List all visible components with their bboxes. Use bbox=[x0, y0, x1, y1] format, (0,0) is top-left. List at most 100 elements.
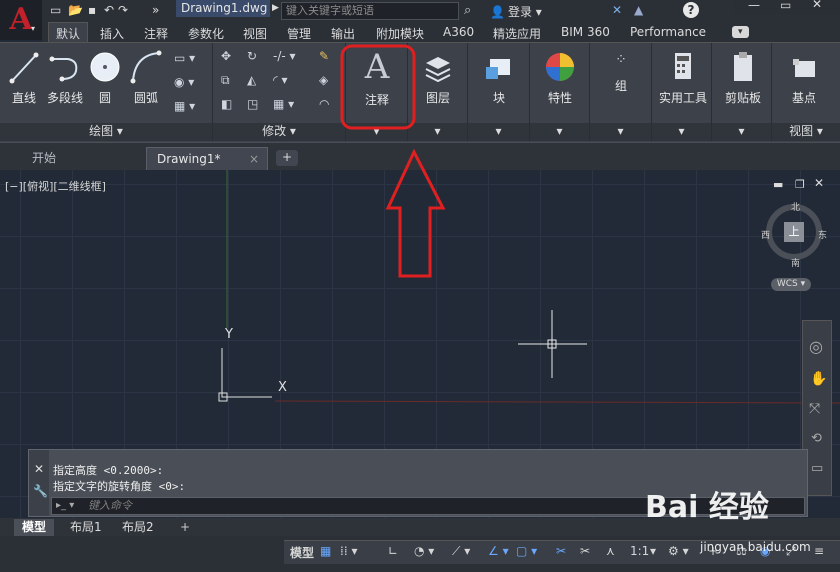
properties-tool-button[interactable]: 特性 bbox=[536, 49, 584, 106]
utilities-panel-footer[interactable]: ▾ bbox=[652, 123, 711, 141]
scale-dropdown-icon[interactable]: ▾ bbox=[650, 544, 656, 558]
snap-icon[interactable]: ⁞⁞ ▾ bbox=[340, 544, 357, 558]
compass-south[interactable]: 南 bbox=[791, 256, 800, 269]
file-tab-start[interactable]: 开始 bbox=[22, 147, 142, 171]
polar-icon[interactable]: ◔ ▾ bbox=[414, 544, 434, 558]
tab-output[interactable]: 输出 bbox=[331, 25, 355, 42]
group-tool-button[interactable]: ⁘ 组 bbox=[596, 49, 646, 94]
viewport-minimize-icon[interactable]: ▬ bbox=[773, 178, 783, 191]
arc-tool-button[interactable]: 圆弧 bbox=[128, 49, 164, 106]
fillet-icon[interactable]: ◜ ▾ bbox=[273, 73, 287, 87]
command-window-grip[interactable]: ✕ 🔧 bbox=[29, 450, 49, 516]
line-tool-button[interactable]: 直线 bbox=[6, 49, 42, 106]
osnap-tracking-icon[interactable]: ∠ ▾ bbox=[488, 544, 509, 558]
command-close-icon[interactable]: ✕ bbox=[34, 462, 44, 476]
clipboard-tool-button[interactable]: 剪贴板 bbox=[716, 49, 770, 106]
close-window-icon[interactable]: ✕ bbox=[812, 0, 822, 11]
layer-panel-footer[interactable]: ▾ bbox=[408, 123, 467, 141]
explode-icon[interactable]: ◈ bbox=[319, 73, 328, 87]
layout-tab-model[interactable]: 模型 bbox=[14, 519, 55, 536]
tab-annotate[interactable]: 注释 bbox=[144, 25, 168, 42]
annotation-panel-footer[interactable]: ▾ bbox=[346, 123, 407, 141]
scale-icon[interactable]: ◳ bbox=[247, 97, 258, 111]
new-tab-button[interactable]: + bbox=[276, 150, 298, 166]
tab-performance[interactable]: Performance bbox=[630, 25, 706, 39]
block-tool-button[interactable]: 块 bbox=[474, 49, 524, 106]
view-panel-footer[interactable]: 视图 ▾ bbox=[772, 123, 840, 141]
layer-tool-button[interactable]: 图层 bbox=[414, 49, 462, 106]
tab-parametric[interactable]: 参数化 bbox=[188, 25, 224, 42]
wcs-menu-button[interactable]: WCS ▾ bbox=[771, 278, 811, 291]
login-button[interactable]: 👤 登录 ▾ bbox=[490, 3, 542, 20]
array-icon[interactable]: ▦ ▾ bbox=[273, 97, 294, 111]
grid-icon[interactable]: ▦ bbox=[320, 544, 331, 558]
steering-wheel-icon[interactable]: ◎ bbox=[809, 337, 823, 356]
auto-scale-icon[interactable]: ✂ bbox=[580, 544, 590, 558]
ribbon-minimize-button[interactable]: ▾ bbox=[732, 26, 749, 38]
showmotion-icon[interactable]: ▭ bbox=[811, 461, 823, 476]
properties-panel-footer[interactable]: ▾ bbox=[530, 123, 589, 141]
undo-icon[interactable]: ↶ bbox=[104, 3, 114, 17]
rotate-icon[interactable]: ↻ bbox=[247, 49, 257, 63]
tab-view[interactable]: 视图 bbox=[243, 25, 267, 42]
compass-west[interactable]: 西 bbox=[761, 228, 770, 241]
tab-insert[interactable]: 插入 bbox=[100, 25, 124, 42]
zoom-extents-icon[interactable]: ⤧ bbox=[809, 401, 820, 417]
tab-manage[interactable]: 管理 bbox=[287, 25, 311, 42]
workspace-icon[interactable]: ⚙ ▾ bbox=[668, 544, 689, 558]
viewport-close-icon[interactable]: ✕ bbox=[814, 176, 824, 190]
annotation-visibility-icon[interactable]: ✂ bbox=[556, 544, 566, 558]
stretch-icon[interactable]: ◧ bbox=[221, 97, 232, 111]
block-panel-footer[interactable]: ▾ bbox=[468, 123, 529, 141]
modify-panel-footer[interactable]: 修改 ▾ bbox=[213, 123, 345, 141]
circle-tool-button[interactable]: 圆 bbox=[88, 49, 122, 106]
maximize-icon[interactable]: ▭ bbox=[780, 0, 791, 12]
viewport-restore-icon[interactable]: ❐ bbox=[795, 178, 805, 191]
annotation-tool-button[interactable]: A 注释 bbox=[352, 49, 402, 108]
tab-featured-apps[interactable]: 精选应用 bbox=[493, 25, 541, 42]
title-arrow-icon[interactable]: ▶ bbox=[272, 3, 279, 13]
layout-tab-1[interactable]: 布局1 bbox=[62, 519, 110, 536]
compass-north[interactable]: 北 bbox=[791, 200, 800, 213]
orbit-icon[interactable]: ⟲ bbox=[811, 431, 822, 446]
offset-icon[interactable]: ◠ bbox=[319, 97, 329, 111]
command-customize-icon[interactable]: 🔧 bbox=[33, 484, 48, 498]
a360-icon[interactable]: ▲ bbox=[634, 3, 643, 17]
app-logo[interactable]: A ▾ bbox=[0, 0, 42, 40]
model-space-button[interactable]: 模型 bbox=[290, 544, 314, 561]
isodraft-icon[interactable]: ⟋ ▾ bbox=[452, 544, 470, 559]
pan-icon[interactable]: ✋ bbox=[810, 371, 827, 387]
object-snap-icon[interactable]: ▢ ▾ bbox=[516, 544, 537, 558]
tab-default[interactable]: 默认 bbox=[48, 22, 89, 42]
annotation-scale-icon[interactable]: ⋏ bbox=[606, 544, 615, 558]
viewcube-top-face[interactable]: 上 bbox=[784, 222, 804, 242]
annotation-scale-value[interactable]: 1:1 bbox=[630, 544, 649, 558]
open-file-icon[interactable]: 📂 bbox=[68, 3, 83, 17]
save-icon[interactable]: ▪ bbox=[88, 3, 96, 17]
search-icon[interactable]: ⌕ bbox=[464, 3, 471, 18]
tab-addins[interactable]: 附加模块 bbox=[376, 25, 424, 42]
basepoint-tool-button[interactable]: 基点 bbox=[780, 49, 828, 106]
customize-menu-icon[interactable]: ≡ bbox=[814, 544, 824, 558]
rectangle-icon[interactable]: ▭ ▾ bbox=[174, 51, 195, 65]
erase-icon[interactable]: ✎ bbox=[319, 49, 329, 63]
tab-close-icon[interactable]: × bbox=[249, 148, 259, 170]
command-prompt-icon[interactable]: ▸_ ▾ bbox=[56, 500, 74, 511]
new-file-icon[interactable]: ▭ bbox=[50, 3, 61, 17]
compass-east[interactable]: 东 bbox=[818, 228, 827, 241]
copy-icon[interactable]: ⧉ bbox=[221, 73, 230, 88]
search-input[interactable]: 键入关键字或短语 bbox=[281, 2, 459, 20]
tab-bim360[interactable]: BIM 360 bbox=[561, 25, 610, 39]
ortho-icon[interactable]: ∟ bbox=[388, 544, 398, 558]
redo-icon[interactable]: ↷ bbox=[118, 3, 128, 17]
region-icon[interactable]: ▦ ▾ bbox=[174, 99, 195, 113]
exchange-icon[interactable]: ✕ bbox=[612, 3, 622, 17]
hatch-icon[interactable]: ◉ ▾ bbox=[174, 75, 194, 89]
minimize-icon[interactable]: — bbox=[748, 0, 760, 12]
clipboard-panel-footer[interactable]: ▾ bbox=[712, 123, 771, 141]
quick-access-more-icon[interactable]: » bbox=[152, 3, 159, 17]
polyline-tool-button[interactable]: 多段线 bbox=[44, 49, 86, 106]
layout-tab-2[interactable]: 布局2 bbox=[114, 519, 162, 536]
group-panel-footer[interactable]: ▾ bbox=[590, 123, 651, 141]
trim-icon[interactable]: -/- ▾ bbox=[273, 49, 296, 63]
